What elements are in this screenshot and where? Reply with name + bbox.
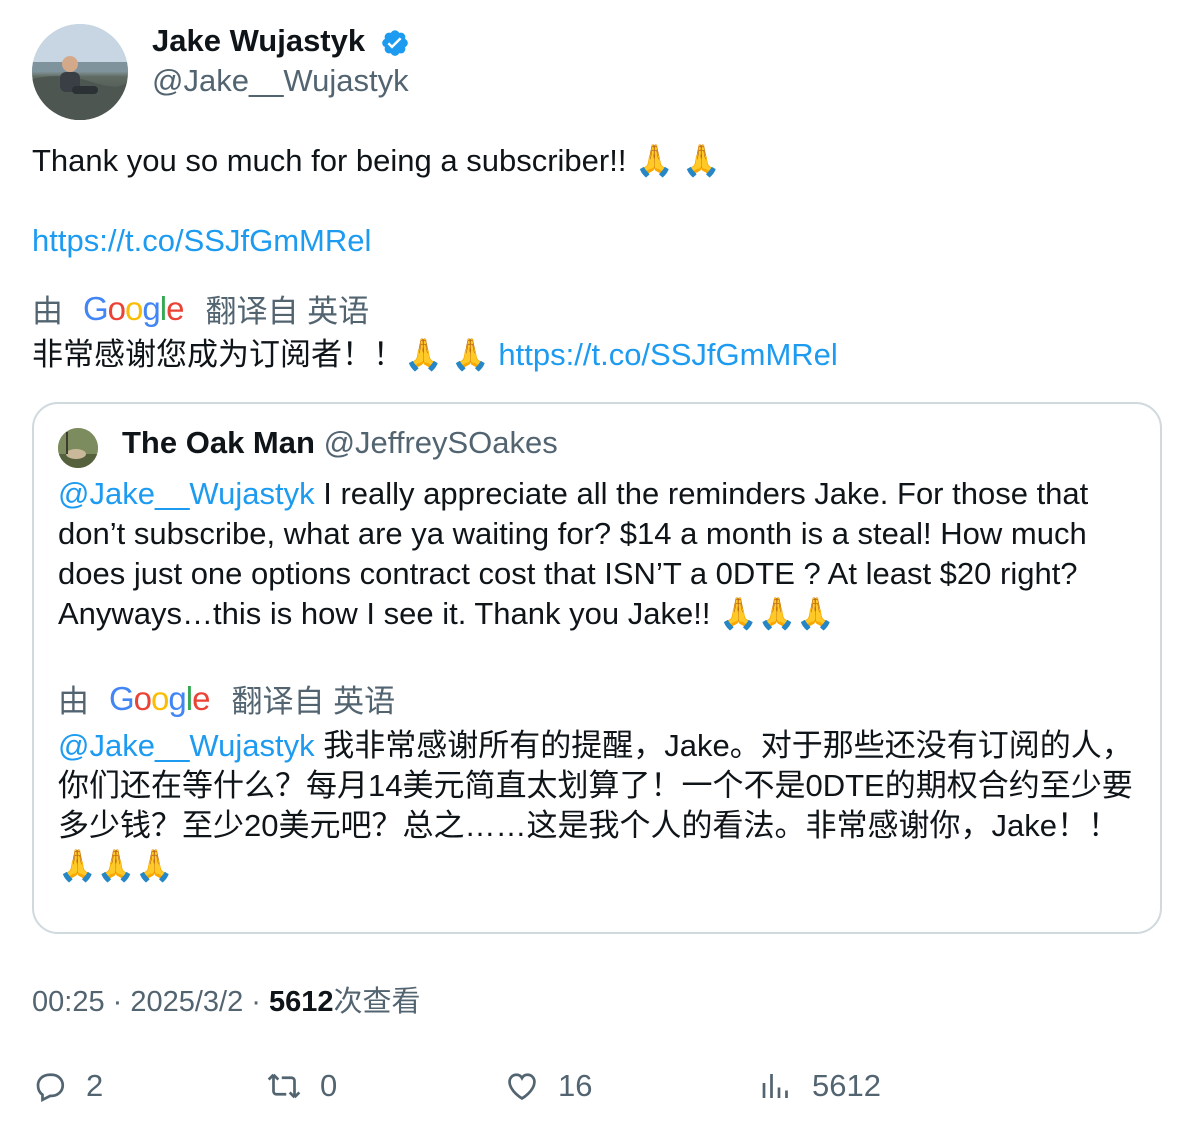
quoted-author-handle[interactable]: @JeffreySOakes bbox=[324, 425, 558, 460]
tweet-date[interactable]: 2025/3/2 bbox=[130, 986, 243, 1018]
google-logo: Google bbox=[83, 289, 184, 327]
quoted-text: @Jake__Wujastyk I really appreciate all … bbox=[58, 476, 1089, 631]
quoted-translation-suffix: 翻译自 英语 bbox=[231, 684, 396, 719]
author-name[interactable]: Jake Wujastyk bbox=[152, 22, 365, 60]
translated-link[interactable]: https://t.co/SSJfGmMRel bbox=[498, 337, 837, 372]
reply-button[interactable]: 2 bbox=[32, 1068, 103, 1104]
repost-count: 0 bbox=[320, 1068, 338, 1103]
quoted-google-logo: Google bbox=[109, 679, 210, 717]
quoted-avatar-photo bbox=[58, 428, 98, 468]
heart-icon bbox=[508, 1073, 536, 1101]
reply-count: 2 bbox=[86, 1068, 104, 1103]
analytics-icon bbox=[762, 1074, 788, 1098]
views-count: 5612 bbox=[812, 1068, 881, 1103]
avatar-photo bbox=[32, 24, 128, 120]
translated-text: 非常感谢您成为订阅者！！🙏 🙏 https://t.co/SSJfGmMRel bbox=[32, 337, 838, 372]
reply-icon bbox=[36, 1073, 65, 1103]
author-avatar[interactable] bbox=[32, 24, 128, 120]
like-count: 16 bbox=[558, 1068, 593, 1103]
author-handle[interactable]: @Jake__Wujastyk bbox=[152, 62, 409, 100]
quoted-author-name[interactable]: The Oak Man bbox=[122, 425, 315, 460]
tweet-meta: 00:25 · 2025/3/2 · 5612次查看 bbox=[32, 986, 421, 1018]
verified-badge-icon bbox=[382, 30, 408, 56]
quoted-translation-prefix: 由 bbox=[58, 684, 89, 719]
repost-icon bbox=[267, 1073, 301, 1099]
views-button[interactable]: 5612 bbox=[758, 1068, 881, 1104]
quoted-translation-attribution: 由 Google 翻译自 英语 bbox=[58, 676, 395, 721]
translation-suffix: 翻译自 英语 bbox=[205, 294, 370, 329]
quoted-mention[interactable]: @Jake__Wujastyk bbox=[58, 476, 315, 511]
quoted-author-avatar[interactable] bbox=[58, 428, 98, 468]
tweet-text: Thank you so much for being a subscriber… bbox=[32, 143, 721, 178]
view-count: 5612 bbox=[269, 986, 334, 1018]
tweet-time[interactable]: 00:25 bbox=[32, 986, 105, 1018]
quoted-translated-text: @Jake__Wujastyk 我非常感谢所有的提醒，Jake。对于那些还没有订… bbox=[58, 728, 1133, 883]
quoted-header: The Oak Man @JeffreySOakes bbox=[122, 422, 558, 464]
view-label: 次查看 bbox=[333, 986, 421, 1018]
tweet-link[interactable]: https://t.co/SSJfGmMRel bbox=[32, 220, 371, 262]
like-button[interactable]: 16 bbox=[504, 1068, 592, 1104]
quoted-translated-mention[interactable]: @Jake__Wujastyk bbox=[58, 728, 315, 763]
repost-button[interactable]: 0 bbox=[266, 1068, 337, 1104]
translation-attribution: 由 Google 翻译自 英语 bbox=[32, 286, 369, 331]
translation-prefix: 由 bbox=[32, 294, 63, 329]
